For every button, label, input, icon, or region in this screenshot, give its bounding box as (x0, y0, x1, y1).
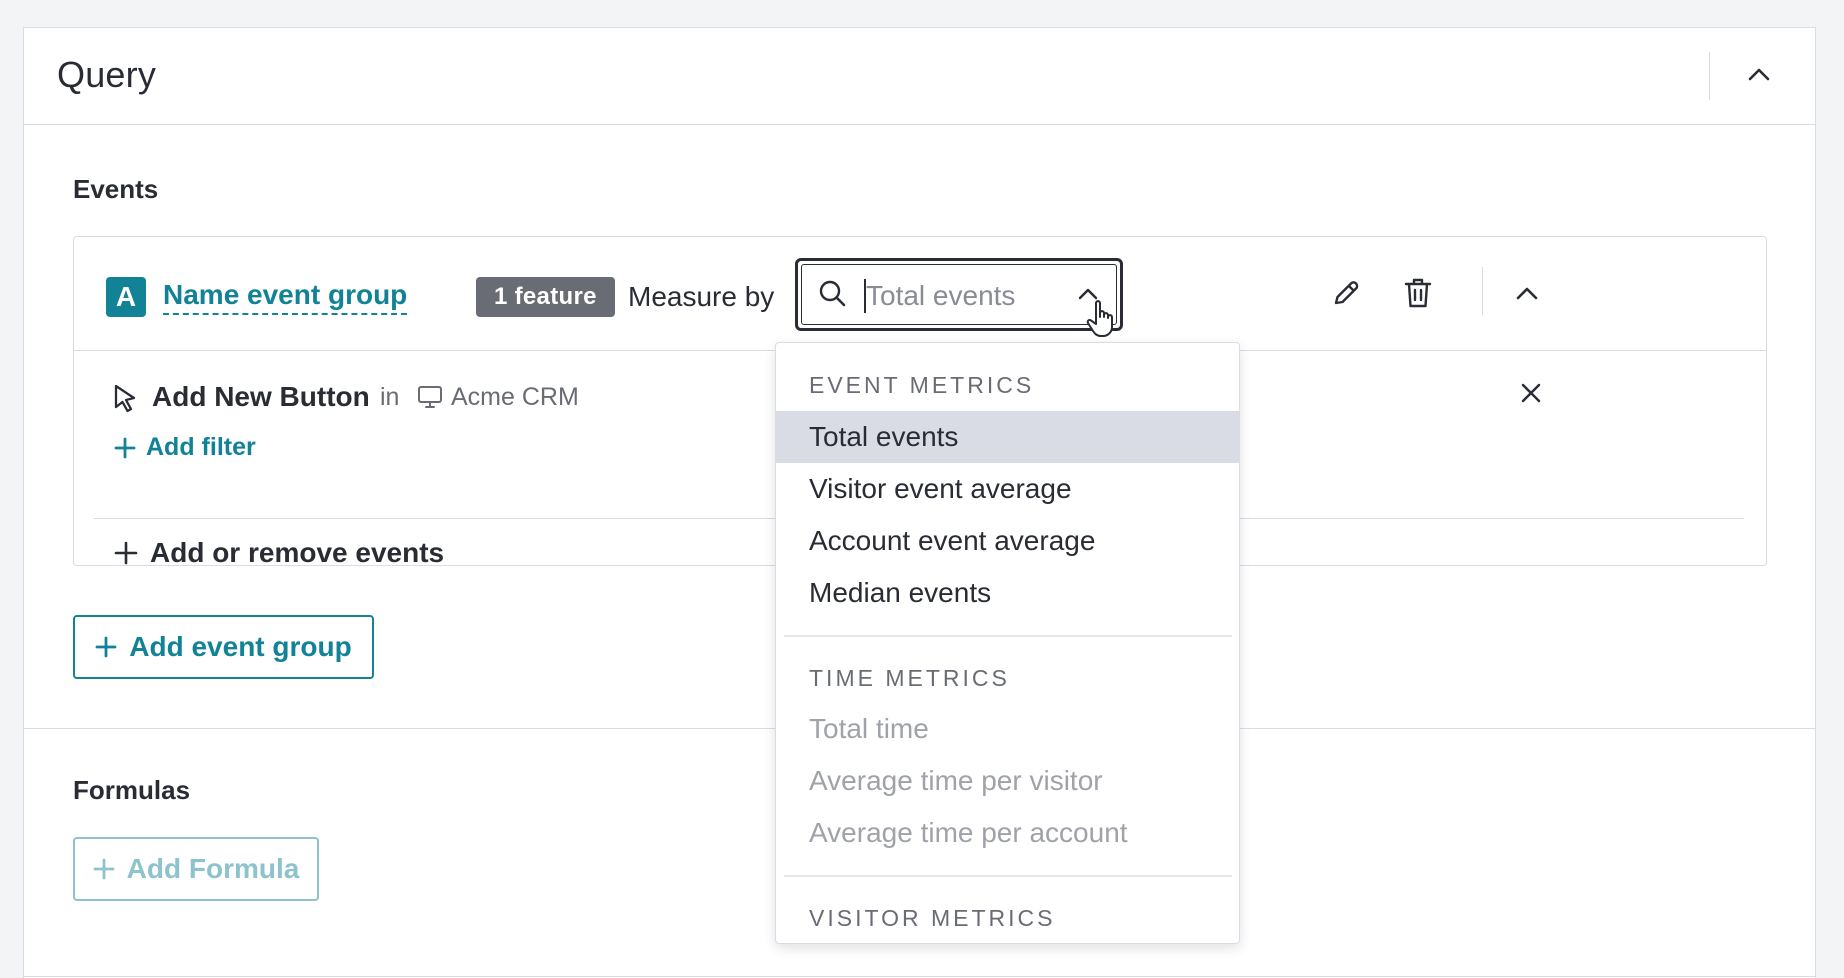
add-event-group-label: Add event group (129, 631, 352, 662)
formulas-section-label: Formulas (73, 775, 191, 805)
header-divider (1709, 52, 1710, 100)
add-remove-events-button[interactable]: Add or remove events (114, 537, 444, 569)
event-feature-name: Add New Button (152, 381, 370, 412)
dropdown-option-average-time-per-visitor: Average time per visitor (809, 765, 1103, 796)
trash-icon (1404, 277, 1432, 314)
close-icon (1520, 382, 1542, 409)
dropdown-option-account-event-average[interactable]: Account event average (776, 515, 1239, 567)
cursor-pointer-icon (112, 383, 140, 418)
group-letter-badge: A (106, 277, 146, 317)
chevron-up-icon (1748, 67, 1770, 86)
add-event-group-button[interactable]: Add event group (73, 615, 374, 679)
monitor-icon (417, 385, 443, 414)
pencil-icon (1331, 278, 1361, 313)
measure-by-dropdown: EVENT METRICS Total events Visitor event… (775, 342, 1240, 944)
event-app-name: Acme CRM (451, 383, 579, 411)
event-group-header: A Name event group 1 feature Measure by (74, 237, 1766, 351)
plus-icon (93, 858, 115, 880)
collapse-group-button[interactable] (1503, 271, 1551, 319)
plus-icon (114, 541, 138, 565)
plus-icon (114, 437, 136, 459)
group-header-divider (1482, 267, 1483, 315)
card-bottom-divider (24, 976, 1815, 977)
query-card-header: Query (24, 28, 1815, 125)
dropdown-option-median-events[interactable]: Median events (776, 567, 1239, 619)
feature-count-badge: 1 feature (476, 277, 615, 317)
add-filter-link[interactable]: Add filter (114, 433, 256, 462)
collapse-query-button[interactable] (1735, 52, 1783, 100)
dropdown-group-heading: EVENT METRICS (809, 372, 1035, 398)
hand-cursor-icon (1086, 299, 1118, 344)
page-title: Query (57, 54, 157, 95)
add-filter-label: Add filter (146, 433, 256, 461)
dropdown-group-heading: TIME METRICS (809, 665, 1010, 691)
dropdown-divider (784, 875, 1232, 877)
add-formula-button[interactable]: Add Formula (73, 837, 319, 901)
add-remove-events-label: Add or remove events (150, 537, 445, 568)
dropdown-option-visitor-event-average[interactable]: Visitor event average (776, 463, 1239, 515)
dropdown-option-total-events[interactable]: Total events (776, 411, 1239, 463)
plus-icon (95, 636, 117, 658)
search-icon (818, 279, 848, 314)
dropdown-option-total-time: Total time (809, 713, 929, 744)
dropdown-option-average-time-per-account: Average time per account (809, 817, 1128, 848)
chevron-up-icon (1516, 286, 1538, 305)
delete-group-button[interactable] (1396, 273, 1440, 317)
dropdown-group-heading: VISITOR METRICS (809, 905, 1056, 931)
measure-search-input[interactable] (866, 279, 1066, 313)
measure-by-label: Measure by (628, 281, 775, 312)
event-in-label: in (380, 383, 400, 411)
edit-group-button[interactable] (1324, 273, 1368, 317)
measure-by-select[interactable] (795, 258, 1123, 337)
dropdown-divider (784, 635, 1232, 637)
remove-event-button[interactable] (1511, 375, 1551, 415)
events-section-label: Events (73, 174, 159, 204)
group-name-link[interactable]: Name event group (163, 279, 408, 315)
add-formula-label: Add Formula (126, 853, 300, 884)
